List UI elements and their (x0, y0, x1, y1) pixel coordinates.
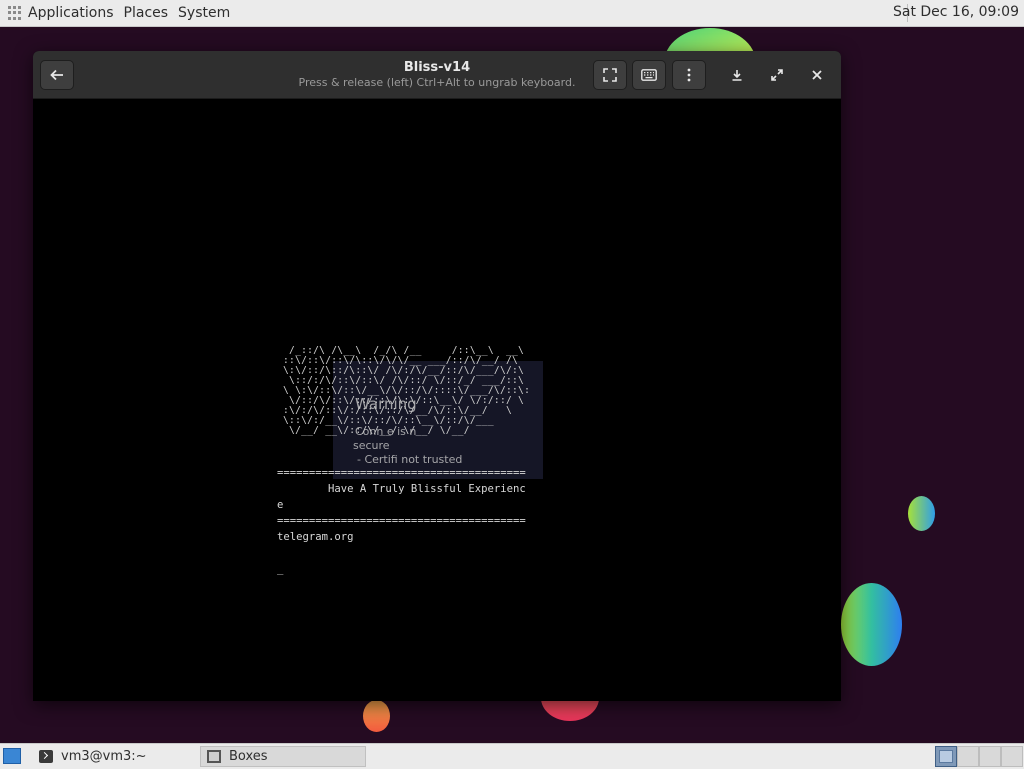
bliss-message: Have A Truly Blissful Experienc (277, 483, 526, 495)
ascii-art-banner: /_::/\ /\__\ /_/\ /__ /::\__\ __\ ::\/::… (283, 345, 531, 436)
vm-display[interactable]: /_::/\ /\__\ /_/\ /__ /::\__\ __\ ::\/::… (33, 99, 841, 701)
console-cursor: _ (277, 563, 284, 575)
taskbar-item-label: vm3@vm3:~ (61, 749, 147, 764)
taskbar-item-boxes[interactable]: Boxes (200, 746, 366, 767)
bottom-panel: vm3@vm3:~ Boxes (0, 743, 1024, 769)
download-button[interactable] (720, 60, 754, 90)
wallpaper-bubble (363, 700, 390, 732)
warning-title-ghost: Warning (355, 395, 417, 413)
bliss-message-wrap: e (277, 499, 284, 511)
applications-grid-icon[interactable] (8, 6, 22, 20)
taskbar-item-label: Boxes (229, 749, 268, 764)
workspace-3[interactable] (979, 746, 1001, 767)
terminal-icon (39, 750, 53, 763)
top-panel: Applications Places System Sat Dec 16, 0… (0, 0, 1024, 27)
separator-line: ======================================= (277, 515, 526, 527)
workspace-4[interactable] (1001, 746, 1023, 767)
taskbar-item-terminal[interactable]: vm3@vm3:~ (33, 746, 195, 767)
boxes-vm-window: Bliss-v14 Press & release (left) Ctrl+Al… (33, 51, 841, 701)
separator-line: ======================================= (277, 467, 526, 479)
window-headerbar[interactable]: Bliss-v14 Press & release (left) Ctrl+Al… (33, 51, 841, 99)
vm-console-text: ======================================= … (277, 465, 526, 577)
fullscreen-button[interactable] (593, 60, 627, 90)
boxes-icon (207, 750, 221, 763)
menu-button[interactable] (672, 60, 706, 90)
places-menu[interactable]: Places (124, 5, 169, 21)
system-menu[interactable]: System (178, 5, 230, 21)
workspace-2[interactable] (957, 746, 979, 767)
workspace-1[interactable] (935, 746, 957, 767)
expand-icon (771, 69, 783, 81)
close-button[interactable] (800, 60, 834, 90)
applications-menu[interactable]: Applications (28, 5, 114, 21)
telegram-url: telegram.org (277, 531, 354, 543)
show-desktop-button[interactable] (3, 748, 21, 764)
expand-button[interactable] (760, 60, 794, 90)
download-icon (732, 70, 742, 81)
wallpaper-bubble (908, 496, 935, 531)
wallpaper-bubble (841, 583, 902, 666)
warning-text-ghost: Conn e is n (355, 425, 417, 438)
keyboard-button[interactable] (632, 60, 666, 90)
fullscreen-icon (603, 68, 617, 82)
keyboard-icon (641, 69, 657, 81)
warning-text-ghost: secure (353, 439, 390, 452)
menu-dots-icon (687, 68, 691, 82)
clock[interactable]: Sat Dec 16, 09:09 (893, 4, 1019, 20)
close-icon (812, 70, 822, 80)
